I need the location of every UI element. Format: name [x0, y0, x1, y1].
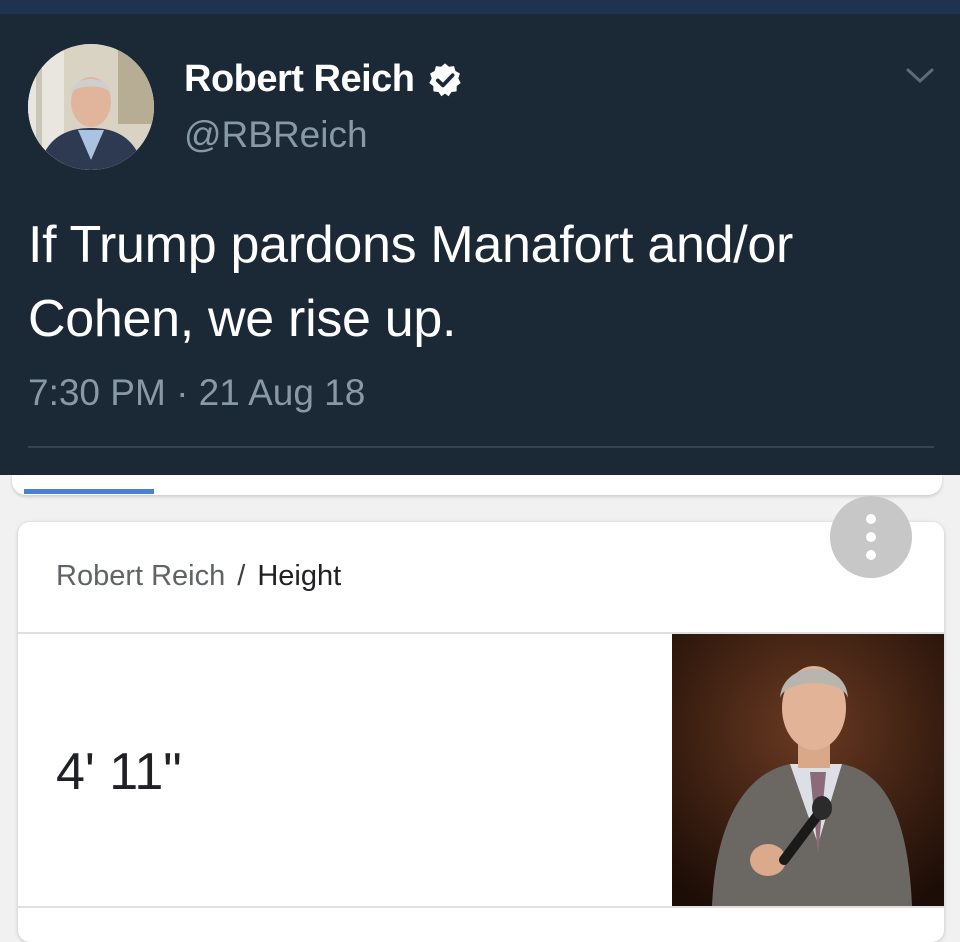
entity-photo[interactable]	[672, 634, 944, 906]
chevron-down-icon[interactable]	[905, 66, 935, 86]
tweet-card: Robert Reich @RBReich If Trump pardons M…	[0, 0, 960, 475]
author-row: Robert Reich	[184, 58, 464, 101]
active-tab-indicator	[24, 489, 154, 494]
divider	[18, 906, 944, 908]
top-bar	[0, 0, 960, 14]
breadcrumb-attribute: Height	[257, 560, 342, 592]
avatar[interactable]	[28, 44, 154, 170]
breadcrumb-entity[interactable]: Robert Reich	[56, 560, 225, 592]
knowledge-card: Robert Reich / Height 4' 11"	[18, 522, 944, 942]
height-answer: 4' 11"	[56, 743, 182, 801]
breadcrumb-separator: /	[237, 560, 246, 592]
tweet-text: If Trump pardons Manafort and/or Cohen, …	[28, 216, 794, 348]
more-vert-icon	[866, 514, 876, 524]
more-options-button[interactable]	[830, 496, 912, 578]
verified-badge-icon	[429, 62, 462, 96]
author-handle[interactable]: @RBReich	[184, 114, 368, 156]
author-name[interactable]: Robert Reich	[184, 58, 415, 101]
divider	[28, 446, 934, 448]
tweet-timestamp[interactable]: 7:30 PM · 21 Aug 18	[28, 372, 365, 414]
breadcrumb: Robert Reich / Height	[56, 560, 341, 593]
search-tabs-strip	[12, 475, 942, 495]
